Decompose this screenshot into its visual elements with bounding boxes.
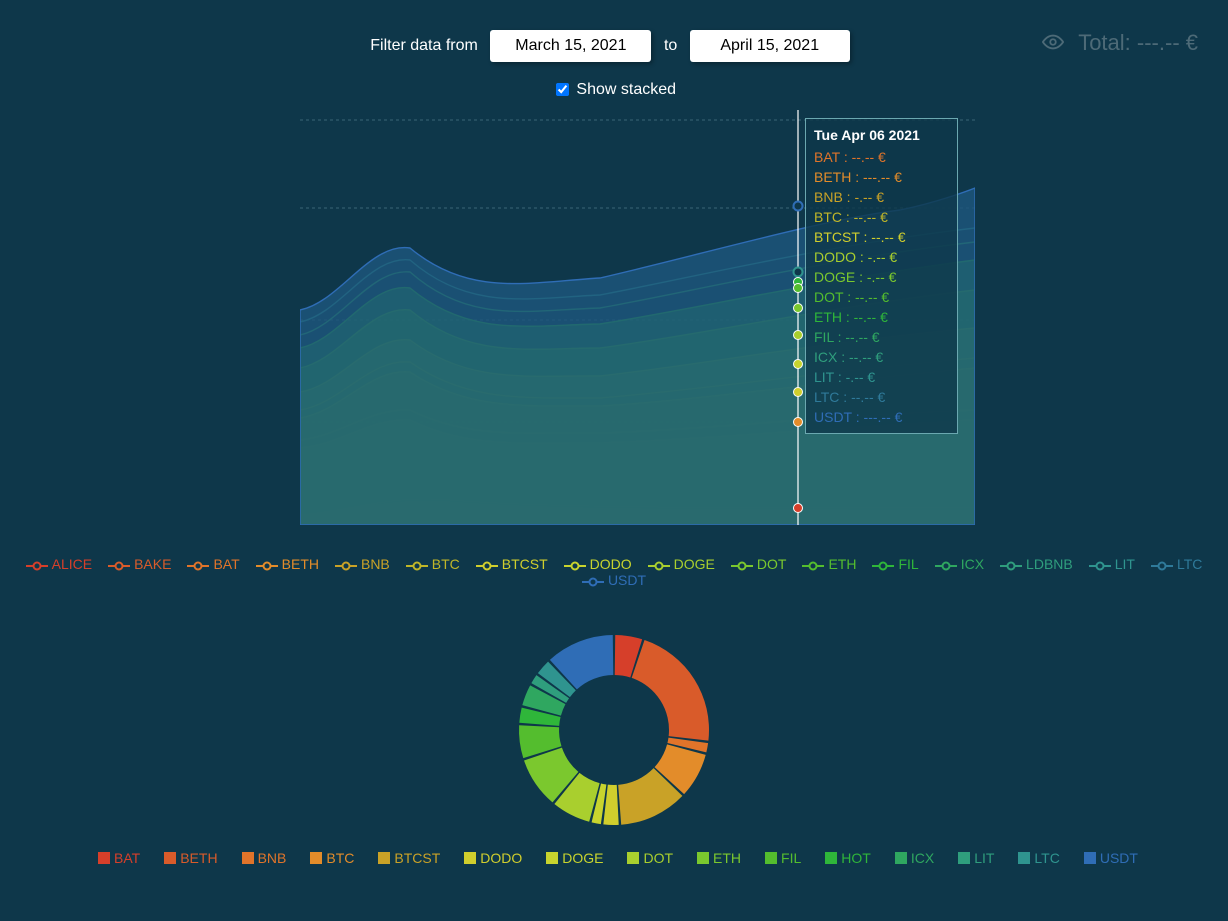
legend-item-beth[interactable]: BETH xyxy=(256,556,319,572)
show-stacked-label: Show stacked xyxy=(576,81,676,98)
show-stacked-checkbox[interactable] xyxy=(556,83,569,96)
donut-legend-icx[interactable]: ICX xyxy=(887,850,934,866)
donut-slice-beth[interactable] xyxy=(632,640,709,741)
chart-tooltip: Tue Apr 06 2021 BAT : --.-- €BETH : ---.… xyxy=(805,118,958,434)
legend-item-bake[interactable]: BAKE xyxy=(108,556,171,572)
tooltip-row-lit: LIT : -.-- € xyxy=(814,367,949,387)
legend-item-ltc[interactable]: LTC xyxy=(1151,556,1202,572)
filter-label-from: Filter data from xyxy=(370,37,478,54)
tooltip-row-beth: BETH : ---.-- € xyxy=(814,167,949,187)
donut-legend-dodo[interactable]: DODO xyxy=(456,850,522,866)
total-display: Total: ---.-- € xyxy=(1042,30,1198,56)
donut-legend-btc[interactable]: BTC xyxy=(302,850,354,866)
tooltip-row-doge: DOGE : -.-- € xyxy=(814,267,949,287)
total-value: ---.-- € xyxy=(1137,30,1198,55)
tooltip-row-fil: FIL : --.-- € xyxy=(814,327,949,347)
legend-item-ldbnb[interactable]: LDBNB xyxy=(1000,556,1073,572)
tooltip-row-bnb: BNB : -.-- € xyxy=(814,187,949,207)
legend-item-btc[interactable]: BTC xyxy=(406,556,460,572)
donut-legend-lit[interactable]: LIT xyxy=(950,850,994,866)
donut-legend-doge[interactable]: DOGE xyxy=(538,850,603,866)
tooltip-row-bat: BAT : --.-- € xyxy=(814,147,949,167)
date-to-button[interactable]: April 15, 2021 xyxy=(690,30,850,62)
donut-legend-beth[interactable]: BETH xyxy=(156,850,217,866)
tooltip-date: Tue Apr 06 2021 xyxy=(814,125,949,145)
donut-chart-legend: BAT BETH BNB BTC BTCST DODO DOGE DOT ETH FIL HOT IC… xyxy=(0,850,1228,866)
donut-legend-btcst[interactable]: BTCST xyxy=(370,850,440,866)
area-chart-legend: ALICE BAKE BAT BETH BNB BTC BTCST DODO DOGE DOT ET… xyxy=(0,556,1228,588)
donut-legend-dot[interactable]: DOT xyxy=(619,850,673,866)
legend-item-alice[interactable]: ALICE xyxy=(26,556,92,572)
eye-icon xyxy=(1042,31,1064,53)
legend-item-bnb[interactable]: BNB xyxy=(335,556,390,572)
show-stacked-row: Show stacked xyxy=(0,80,1228,99)
tooltip-row-eth: ETH : --.-- € xyxy=(814,307,949,327)
donut-legend-usdt[interactable]: USDT xyxy=(1076,850,1138,866)
tooltip-row-usdt: USDT : ---.-- € xyxy=(814,407,949,427)
filter-label-to: to xyxy=(664,37,677,54)
legend-item-lit[interactable]: LIT xyxy=(1089,556,1135,572)
legend-item-eth[interactable]: ETH xyxy=(802,556,856,572)
donut-chart[interactable] xyxy=(0,630,1228,835)
tooltip-row-btc: BTC : --.-- € xyxy=(814,207,949,227)
legend-item-btcst[interactable]: BTCST xyxy=(476,556,548,572)
donut-slice-dodo[interactable] xyxy=(603,785,618,825)
tooltip-row-icx: ICX : --.-- € xyxy=(814,347,949,367)
legend-item-bat[interactable]: BAT xyxy=(187,556,239,572)
donut-legend-bnb[interactable]: BNB xyxy=(234,850,287,866)
legend-item-dodo[interactable]: DODO xyxy=(564,556,632,572)
tooltip-row-ltc: LTC : --.-- € xyxy=(814,387,949,407)
donut-legend-ltc[interactable]: LTC xyxy=(1010,850,1059,866)
tooltip-row-dot: DOT : --.-- € xyxy=(814,287,949,307)
legend-item-doge[interactable]: DOGE xyxy=(648,556,715,572)
donut-legend-bat[interactable]: BAT xyxy=(90,850,140,866)
legend-item-usdt[interactable]: USDT xyxy=(582,572,646,588)
legend-item-dot[interactable]: DOT xyxy=(731,556,787,572)
donut-legend-eth[interactable]: ETH xyxy=(689,850,741,866)
legend-item-fil[interactable]: FIL xyxy=(872,556,918,572)
legend-item-icx[interactable]: ICX xyxy=(935,556,984,572)
date-from-button[interactable]: March 15, 2021 xyxy=(490,30,651,62)
tooltip-row-dodo: DODO : -.-- € xyxy=(814,247,949,267)
tooltip-row-btcst: BTCST : --.-- € xyxy=(814,227,949,247)
donut-legend-hot[interactable]: HOT xyxy=(817,850,871,866)
total-label: Total: xyxy=(1078,30,1131,55)
donut-legend-fil[interactable]: FIL xyxy=(757,850,801,866)
